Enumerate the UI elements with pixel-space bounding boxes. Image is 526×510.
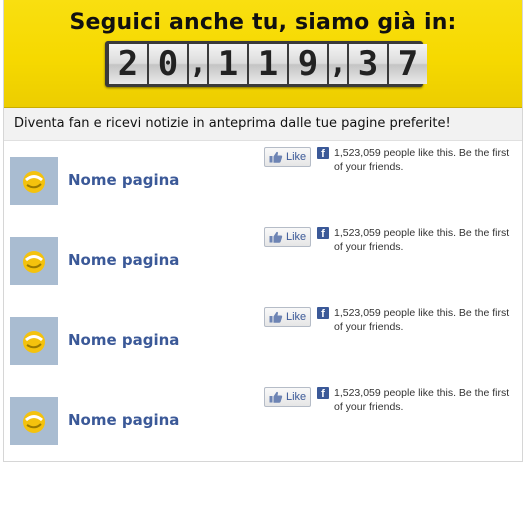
page-row: Nome pagina Like f 1,523,059 people like… — [4, 221, 522, 302]
fan-widget: Seguici anche tu, siamo già in: 2 0 , 1 … — [3, 0, 523, 462]
like-button[interactable]: Like — [264, 227, 311, 247]
header-title: Seguici anche tu, siamo già in: — [69, 10, 457, 35]
page-logo-icon — [23, 171, 45, 193]
facebook-icon: f — [317, 307, 329, 319]
like-count-text: 1,523,059 people like this. Be the first… — [334, 387, 510, 413]
page-logo-icon — [23, 251, 45, 273]
like-count-text: 1,523,059 people like this. Be the first… — [334, 227, 510, 253]
page-logo-icon — [23, 411, 45, 433]
page-avatar[interactable] — [10, 317, 58, 365]
subtitle-bar: Diventa fan e ricevi notizie in anteprim… — [4, 108, 522, 141]
facebook-icon: f — [317, 227, 329, 239]
thumbs-up-icon — [269, 231, 283, 243]
page-name-link[interactable]: Nome pagina — [68, 411, 179, 429]
page-row: Nome pagina Like f 1,523,059 people like… — [4, 141, 522, 222]
like-count-text: 1,523,059 people like this. Be the first… — [334, 147, 510, 173]
page-name-link[interactable]: Nome pagina — [68, 251, 179, 269]
page-row: Nome pagina Like f 1,523,059 people like… — [4, 301, 522, 382]
like-button[interactable]: Like — [264, 307, 311, 327]
counter-separator: , — [329, 44, 347, 84]
like-button[interactable]: Like — [264, 147, 311, 167]
page-avatar[interactable] — [10, 237, 58, 285]
counter-digit: 7 — [389, 44, 427, 84]
facebook-icon: f — [317, 147, 329, 159]
counter-separator: , — [189, 44, 207, 84]
counter-digit: 1 — [249, 44, 287, 84]
like-count-text: 1,523,059 people like this. Be the first… — [334, 307, 510, 333]
counter-digit: 3 — [349, 44, 387, 84]
page-name-link[interactable]: Nome pagina — [68, 331, 179, 349]
page-name-link[interactable]: Nome pagina — [68, 171, 179, 189]
like-button-label: Like — [286, 311, 307, 323]
like-button-label: Like — [286, 151, 307, 163]
like-button-label: Like — [286, 231, 307, 243]
counter-digit: 1 — [209, 44, 247, 84]
fan-counter: 2 0 , 1 1 9 , 3 7 — [105, 41, 427, 87]
thumbs-up-icon — [269, 151, 283, 163]
counter-digit: 9 — [289, 44, 327, 84]
like-button[interactable]: Like — [264, 387, 311, 407]
counter-digit: 2 — [109, 44, 147, 84]
page-avatar[interactable] — [10, 157, 58, 205]
page-logo-icon — [23, 331, 45, 353]
thumbs-up-icon — [269, 311, 283, 323]
like-button-label: Like — [286, 391, 307, 403]
facebook-icon: f — [317, 387, 329, 399]
header-banner: Seguici anche tu, siamo già in: 2 0 , 1 … — [4, 0, 522, 108]
counter-digit: 0 — [149, 44, 187, 84]
subtitle: Diventa fan e ricevi notizie in anteprim… — [14, 116, 451, 131]
page-row: Nome pagina Like f 1,523,059 people like… — [4, 381, 522, 461]
thumbs-up-icon — [269, 391, 283, 403]
page-avatar[interactable] — [10, 397, 58, 445]
